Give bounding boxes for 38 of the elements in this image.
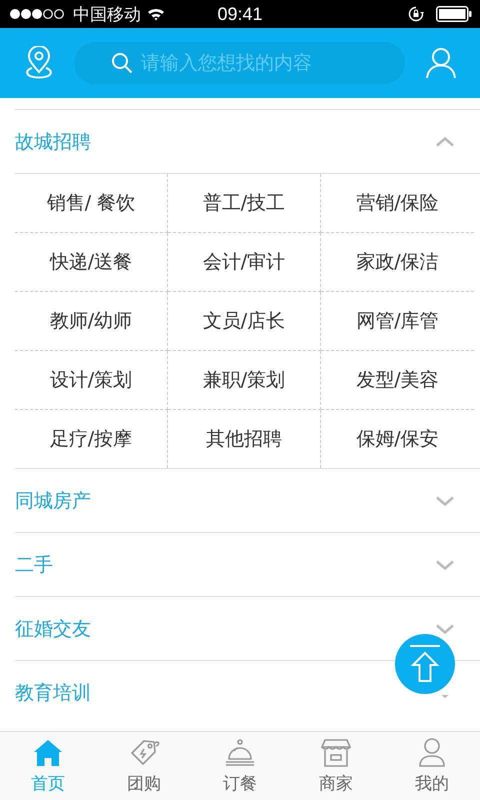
- up-arrow-icon: [407, 644, 443, 684]
- category-item[interactable]: 会计/审计: [168, 233, 321, 292]
- clock-time: 09:41: [216, 4, 264, 24]
- category-item[interactable]: 文员/店长: [168, 292, 321, 351]
- search-icon: [111, 52, 133, 74]
- category-item[interactable]: 营销/保险: [321, 174, 474, 233]
- category-item[interactable]: 发型/美容: [321, 351, 474, 410]
- category-item[interactable]: 保姆/保安: [321, 410, 474, 468]
- house-icon: [32, 737, 64, 769]
- collapse-chevron-icon[interactable]: [434, 136, 456, 146]
- category-item[interactable]: 教师/幼师: [15, 292, 168, 351]
- tab-item[interactable]: 我的: [384, 732, 480, 800]
- signal-icon: [9, 8, 67, 20]
- battery-icon: [436, 6, 472, 22]
- category-item[interactable]: 网管/库管: [321, 292, 474, 351]
- expand-chevron-icon[interactable]: [434, 624, 456, 634]
- category-item[interactable]: 家政/保洁: [321, 233, 474, 292]
- tab-item[interactable]: 商家: [288, 732, 384, 800]
- shop-icon: [320, 737, 352, 769]
- expand-chevron-icon[interactable]: [434, 560, 456, 570]
- category-item[interactable]: 快递/送餐: [15, 233, 168, 292]
- person-icon: [416, 737, 448, 769]
- user-icon[interactable]: [425, 47, 457, 79]
- category-item[interactable]: 其他招聘: [168, 410, 321, 468]
- tab-item[interactable]: 订餐: [192, 732, 288, 800]
- category-item[interactable]: 兼职/策划: [168, 351, 321, 410]
- food-cloche-icon: [224, 737, 256, 769]
- category-item[interactable]: 普工/技工: [168, 174, 321, 233]
- tab-item[interactable]: 团购: [96, 732, 192, 800]
- category-item[interactable]: 设计/策划: [15, 351, 168, 410]
- search-field[interactable]: 请输入您想找的内容: [74, 42, 405, 84]
- wifi-icon: [147, 7, 165, 21]
- carrier-name: 中国移动: [73, 4, 141, 26]
- expand-chevron-icon[interactable]: [434, 496, 456, 506]
- location-pin-icon[interactable]: [24, 46, 54, 80]
- category-item[interactable]: 销售/ 餐饮: [15, 174, 168, 233]
- category-item[interactable]: 足疗/按摩: [15, 410, 168, 468]
- rotation-lock-icon: [408, 6, 424, 22]
